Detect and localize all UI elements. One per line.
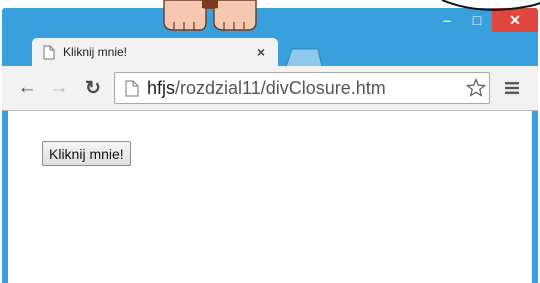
page-content: Kliknij mnie! [8,111,532,283]
tab-close-icon[interactable]: × [252,44,270,60]
cable-illustration [441,0,540,11]
document-icon [43,45,55,59]
document-icon [125,80,139,96]
cartoon-hands-illustration [163,0,257,31]
menu-icon[interactable] [496,76,528,100]
url-text[interactable]: hfjs/rozdzial11/divClosure.htm [147,78,463,99]
reload-icon[interactable]: ↻ [80,76,106,100]
star-icon[interactable] [463,78,489,98]
back-arrow-icon[interactable]: ← [14,76,40,100]
tab-title: Kliknij mnie! [63,45,128,59]
url-host: hfjs [147,77,176,98]
browser-tab[interactable]: Kliknij mnie! × [32,38,278,66]
address-bar[interactable]: hfjs/rozdzial11/divClosure.htm [114,72,490,104]
browser-toolbar: ← → ↻ hfjs/rozdzial11/divClosure.htm [2,66,538,111]
forward-arrow-icon[interactable]: → [46,76,72,100]
browser-window: – □ ✕ Kliknij mnie! × ← → ↻ hfjs/rozdzia… [2,8,538,283]
url-path: /rozdzial11/divClosure.htm [175,77,386,98]
click-me-button[interactable]: Kliknij mnie! [42,141,131,166]
new-tab-icon[interactable] [284,48,324,68]
